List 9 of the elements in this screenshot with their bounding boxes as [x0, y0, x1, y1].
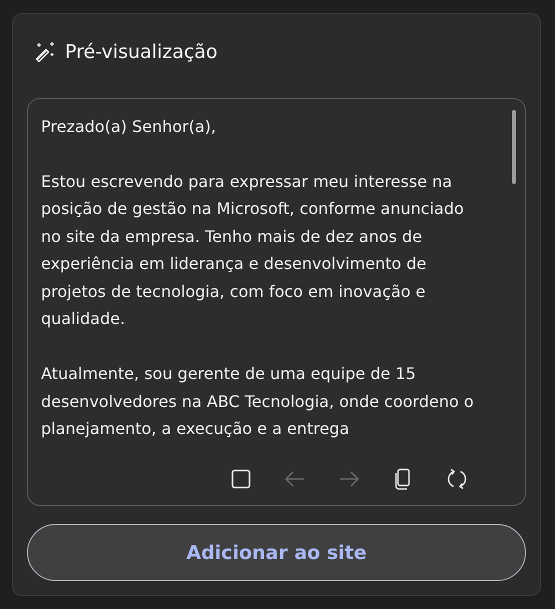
refresh-icon — [445, 467, 469, 492]
letter-paragraph: Atualmente, sou gerente de uma equipe de 15 desenvolvedores na ABC Tecnologia, onde coordeno o planejamento, a execução e a entrega — [41, 363, 475, 440]
letter-paragraph: Estou escrevendo para expressar meu interesse na posição de gestão na Microsoft, conforme anunciado no site da empresa. Tenho mais de dez anos de experiência em liderança e desenvolvimento de projetos de tecnologia, com foco em inovação e qualidade. — [41, 170, 465, 330]
add-to-site-button[interactable]: Adicionar ao site — [27, 524, 526, 582]
panel-title: Pré-visualização — [65, 40, 218, 63]
scrollbar-thumb[interactable] — [512, 110, 516, 184]
letter-paragraph: Prezado(a) Senhor(a), — [41, 116, 217, 138]
magic-wand-icon — [34, 40, 56, 63]
square-icon — [229, 467, 253, 492]
